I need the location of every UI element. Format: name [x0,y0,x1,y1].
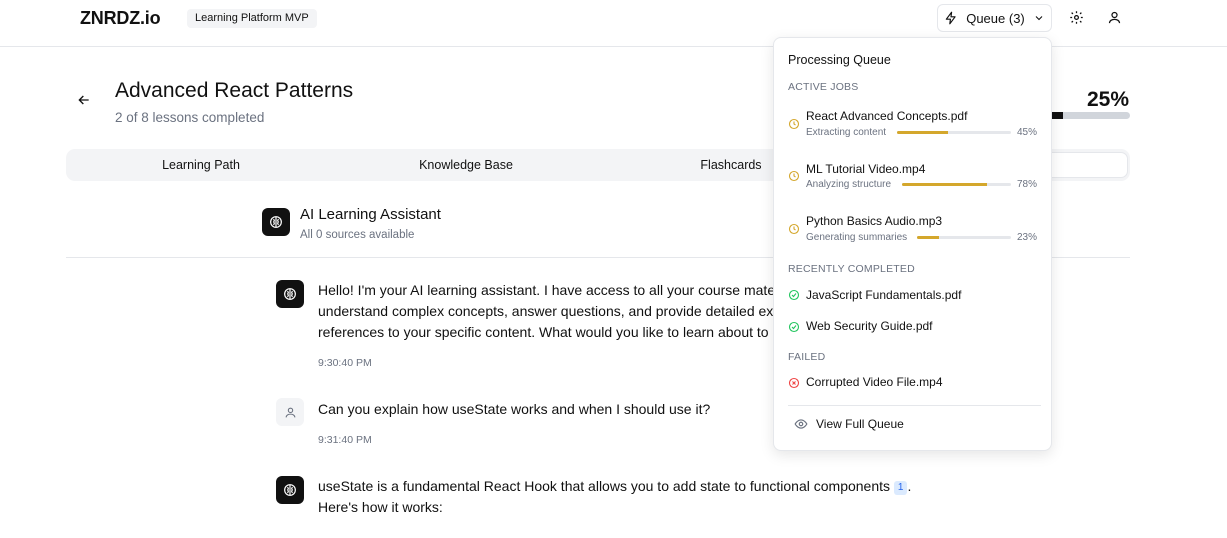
job-percent: 45% [1017,127,1038,138]
job-percent: 78% [1017,179,1038,190]
check-circle-icon [788,289,800,301]
ai-brain-icon [276,280,304,308]
job-percent: 23% [1017,232,1038,243]
message-timestamp: 9:30:40 PM [318,357,372,369]
queue-label: Queue (3) [966,10,1025,26]
course-progress-text: 2 of 8 lessons completed [115,110,265,125]
job-progress-fill [902,183,988,186]
completed-job-name: JavaScript Fundamentals.pdf [806,288,962,302]
logo[interactable]: ZNRDZ.io [80,8,161,29]
completed-job-name: Web Security Guide.pdf [806,319,933,333]
check-circle-icon [788,321,800,333]
tab-knowledge-base[interactable]: Knowledge Base [386,149,546,181]
assistant-message-period: . [907,478,912,494]
job-progress-fill [897,131,949,134]
assistant-message-line: references to your specific content. Wha… [318,324,769,340]
job-progress-bar [902,183,1011,186]
gear-icon[interactable] [1068,9,1084,25]
message-timestamp: 9:31:40 PM [318,434,372,446]
user-avatar-icon [276,398,304,426]
zap-icon [944,11,958,25]
course-title: Advanced React Patterns [115,79,354,102]
assistant-title: AI Learning Assistant [300,206,441,223]
user-icon[interactable] [1106,9,1122,25]
assistant-message-text: useState is a fundamental React Hook tha… [318,478,891,494]
chevron-down-icon [1033,12,1045,24]
platform-badge: Learning Platform MVP [187,9,317,28]
job-progress-bar [897,131,1011,134]
job-status: Generating summaries [806,232,908,243]
clock-icon [788,223,800,235]
assistant-message-line: useState is a fundamental React Hook tha… [318,476,911,497]
active-jobs-label: ACTIVE JOBS [788,81,859,93]
job-name: ML Tutorial Video.mp4 [806,162,926,176]
ai-brain-icon [276,476,304,504]
course-progress-percent: 25% [1087,88,1130,111]
recently-completed-label: RECENTLY COMPLETED [788,263,915,275]
job-status: Analyzing structure [806,179,892,190]
divider [788,405,1041,406]
course-progress-bar [1040,112,1130,119]
ai-brain-icon [262,208,290,236]
job-status: Extracting content [806,127,887,138]
failed-job-name: Corrupted Video File.mp4 [806,375,943,389]
assistant-message-line: Here's how it works: [318,499,443,515]
assistant-message-line: understand complex concepts, answer ques… [318,303,778,319]
view-full-queue-label: View Full Queue [816,417,904,431]
view-full-queue-button[interactable]: View Full Queue [794,414,904,434]
queue-title: Processing Queue [788,53,891,67]
x-circle-icon [788,377,800,389]
job-name: React Advanced Concepts.pdf [806,109,968,123]
citation-badge[interactable]: 1 [893,481,908,495]
assistant-message-line: Hello! I'm your AI learning assistant. I… [318,282,778,298]
clock-icon [788,118,800,130]
tab-learning-path[interactable]: Learning Path [121,149,281,181]
processing-queue-panel: Processing Queue ACTIVE JOBS React Advan… [773,37,1052,451]
assistant-sources: All 0 sources available [300,229,415,241]
job-progress-fill [917,236,939,239]
failed-label: FAILED [788,351,826,363]
clock-icon [788,170,800,182]
user-message: Can you explain how useState works and w… [318,401,711,417]
queue-button[interactable]: Queue (3) [937,4,1052,32]
eye-icon [794,417,808,431]
job-progress-bar [917,236,1011,239]
back-arrow-icon[interactable] [76,92,94,110]
job-name: Python Basics Audio.mp3 [806,214,943,228]
